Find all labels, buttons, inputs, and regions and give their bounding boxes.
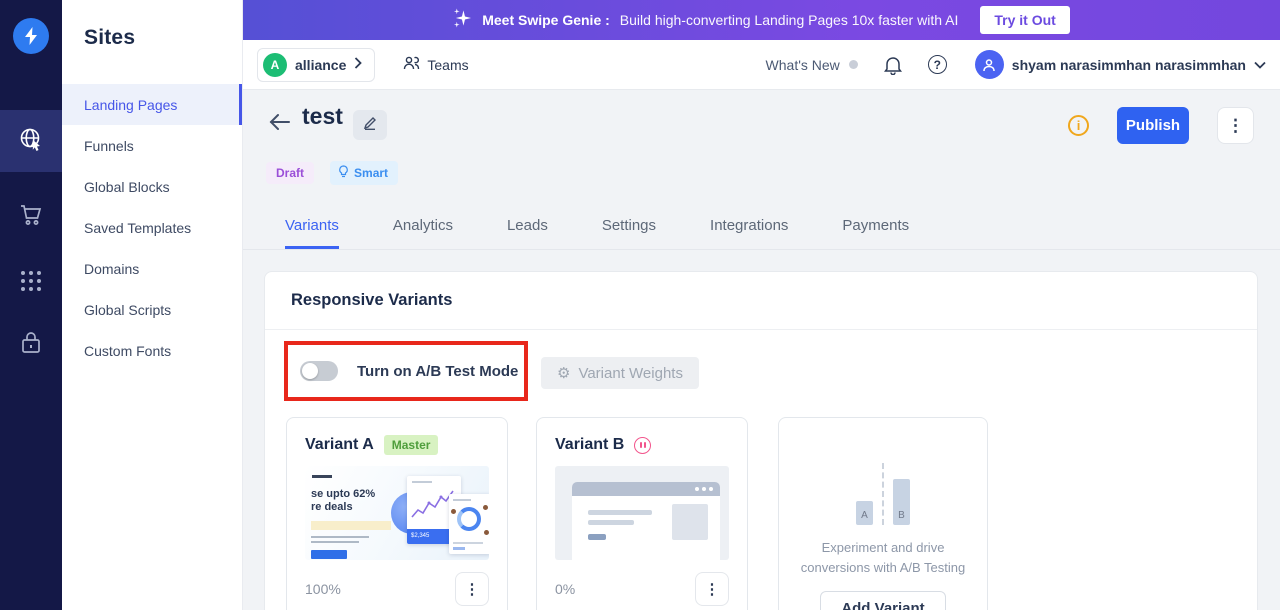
variant-b-name: Variant B: [555, 436, 625, 453]
sidebar-item-domains[interactable]: Domains: [62, 248, 242, 289]
back-arrow-icon[interactable]: [268, 112, 292, 137]
variant-weights-label: Variant Weights: [578, 364, 683, 382]
sidebar-item-saved-templates[interactable]: Saved Templates: [62, 207, 242, 248]
ab-testing-illustration: A B: [797, 445, 969, 525]
teams-icon: [403, 55, 420, 74]
tab-settings[interactable]: Settings: [602, 205, 656, 249]
pause-icon: [634, 436, 652, 454]
user-name: shyam narasimmhan narasimmhan: [1011, 56, 1246, 73]
whats-new-dot: [848, 60, 858, 69]
sidebar-item-landing-pages[interactable]: Landing Pages: [62, 84, 242, 125]
cart-icon: [18, 202, 44, 233]
variant-a-kebab-menu[interactable]: ⋮: [455, 572, 489, 606]
sidebar-title: Sites: [84, 26, 136, 49]
user-avatar-icon: [974, 50, 1004, 79]
bell-icon[interactable]: [883, 55, 902, 75]
tab-bar: Variants Analytics Leads Settings Integr…: [243, 205, 1280, 250]
variant-b-kebab-menu[interactable]: ⋮: [695, 572, 729, 606]
variant-a-name: Variant A: [305, 436, 374, 453]
bar-b: B: [893, 479, 910, 525]
ab-test-mode-toggle[interactable]: [300, 361, 338, 381]
variant-a-thumbnail[interactable]: se upto 62% re deals $2,345: [305, 466, 489, 560]
ab-test-mode-label: Turn on A/B Test Mode: [357, 362, 519, 380]
globe-pointer-icon: [18, 126, 44, 157]
workspace-selector[interactable]: A alliance: [257, 47, 376, 82]
sparkles-icon: [453, 8, 472, 33]
top-navbar: A alliance Teams What's New ? shyam nara…: [243, 40, 1280, 90]
sidebar-rail-store[interactable]: [0, 186, 62, 248]
workspace-name: alliance: [295, 56, 347, 73]
variant-a-weight: 100%: [305, 581, 341, 597]
sidebar-rail-sites[interactable]: [0, 110, 62, 172]
bar-a: A: [856, 501, 873, 525]
sidebar-item-global-blocks[interactable]: Global Blocks: [62, 166, 242, 207]
thumb-headline-2: re deals: [311, 501, 353, 513]
teams-menu[interactable]: Teams: [403, 55, 469, 74]
tab-analytics[interactable]: Analytics: [393, 205, 453, 249]
variant-b-thumbnail[interactable]: [555, 466, 729, 560]
smart-badge: Smart: [330, 161, 399, 185]
apps-grid-icon: [18, 268, 44, 299]
sidebar-item-global-scripts[interactable]: Global Scripts: [62, 289, 242, 330]
variant-weights-button[interactable]: ⚙ Variant Weights: [541, 357, 699, 389]
dashed-divider: [882, 463, 884, 525]
tab-integrations[interactable]: Integrations: [710, 205, 788, 249]
sidebar-menu: Landing Pages Funnels Global Blocks Save…: [62, 84, 242, 371]
info-icon[interactable]: i: [1068, 115, 1089, 136]
sidebar-rail-apps[interactable]: [0, 252, 62, 314]
whats-new-link[interactable]: What's New: [766, 57, 840, 73]
promo-banner: Meet Swipe Genie : Build high-converting…: [243, 0, 1280, 40]
sidebar-item-custom-fonts[interactable]: Custom Fonts: [62, 330, 242, 371]
main-content: test i Publish ⋮ Draft Smart Variants An…: [243, 90, 1280, 610]
chevron-right-icon: [354, 56, 363, 74]
variant-b-weight: 0%: [555, 581, 576, 597]
panel-title: Responsive Variants: [265, 272, 1257, 330]
tab-payments[interactable]: Payments: [842, 205, 909, 249]
master-badge: Master: [383, 435, 439, 455]
variant-card-a: Variant A Master se upto 62% re deals $2…: [286, 417, 508, 610]
publish-button[interactable]: Publish: [1117, 107, 1189, 144]
header-actions: i Publish ⋮: [1068, 107, 1254, 144]
page-kebab-menu[interactable]: ⋮: [1217, 107, 1254, 144]
user-menu[interactable]: shyam narasimmhan narasimmhan: [974, 50, 1266, 79]
chevron-down-icon: [1254, 56, 1266, 74]
tab-leads[interactable]: Leads: [507, 205, 548, 249]
lock-icon: [19, 330, 43, 361]
draft-badge: Draft: [266, 162, 315, 184]
kebab-menu-icon: ⋮: [1227, 115, 1244, 135]
sidebar-rail-lock[interactable]: [0, 314, 62, 376]
add-variant-card: A B Experiment and drive conversions wit…: [778, 417, 988, 610]
variant-card-b: Variant B 0% ⋮: [536, 417, 748, 610]
lightning-logo-icon[interactable]: [13, 18, 49, 54]
smart-badge-label: Smart: [354, 166, 389, 180]
bulb-icon: [338, 165, 349, 181]
status-badges: Draft Smart: [266, 161, 399, 185]
help-icon[interactable]: ?: [927, 55, 947, 74]
icon-rail: [0, 0, 62, 610]
gear-icon: ⚙: [557, 364, 571, 382]
edit-title-button[interactable]: [353, 110, 387, 140]
sidebar-item-funnels[interactable]: Funnels: [62, 125, 242, 166]
workspace-avatar: A: [263, 52, 287, 77]
annotation-highlight: Turn on A/B Test Mode: [284, 341, 528, 401]
tab-variants[interactable]: Variants: [285, 205, 339, 249]
sites-sidebar: Sites Landing Pages Funnels Global Block…: [62, 0, 243, 610]
teams-label: Teams: [427, 56, 469, 73]
ab-testing-description: Experiment and drive conversions with A/…: [800, 540, 966, 575]
banner-brand-text: Meet Swipe Genie :: [482, 12, 610, 28]
navbar-right: What's New ? shyam narasimmhan narasimmh…: [766, 50, 1266, 79]
thumb-headline: se upto 62%: [311, 488, 376, 500]
page-title: test: [302, 103, 343, 129]
responsive-variants-panel: Responsive Variants Turn on A/B Test Mod…: [264, 271, 1258, 610]
edit-pencil-icon: [363, 116, 377, 135]
add-variant-button[interactable]: Add Variant: [820, 591, 946, 610]
banner-message: Build high-converting Landing Pages 10x …: [619, 12, 959, 28]
try-it-out-button[interactable]: Try it Out: [980, 6, 1070, 34]
